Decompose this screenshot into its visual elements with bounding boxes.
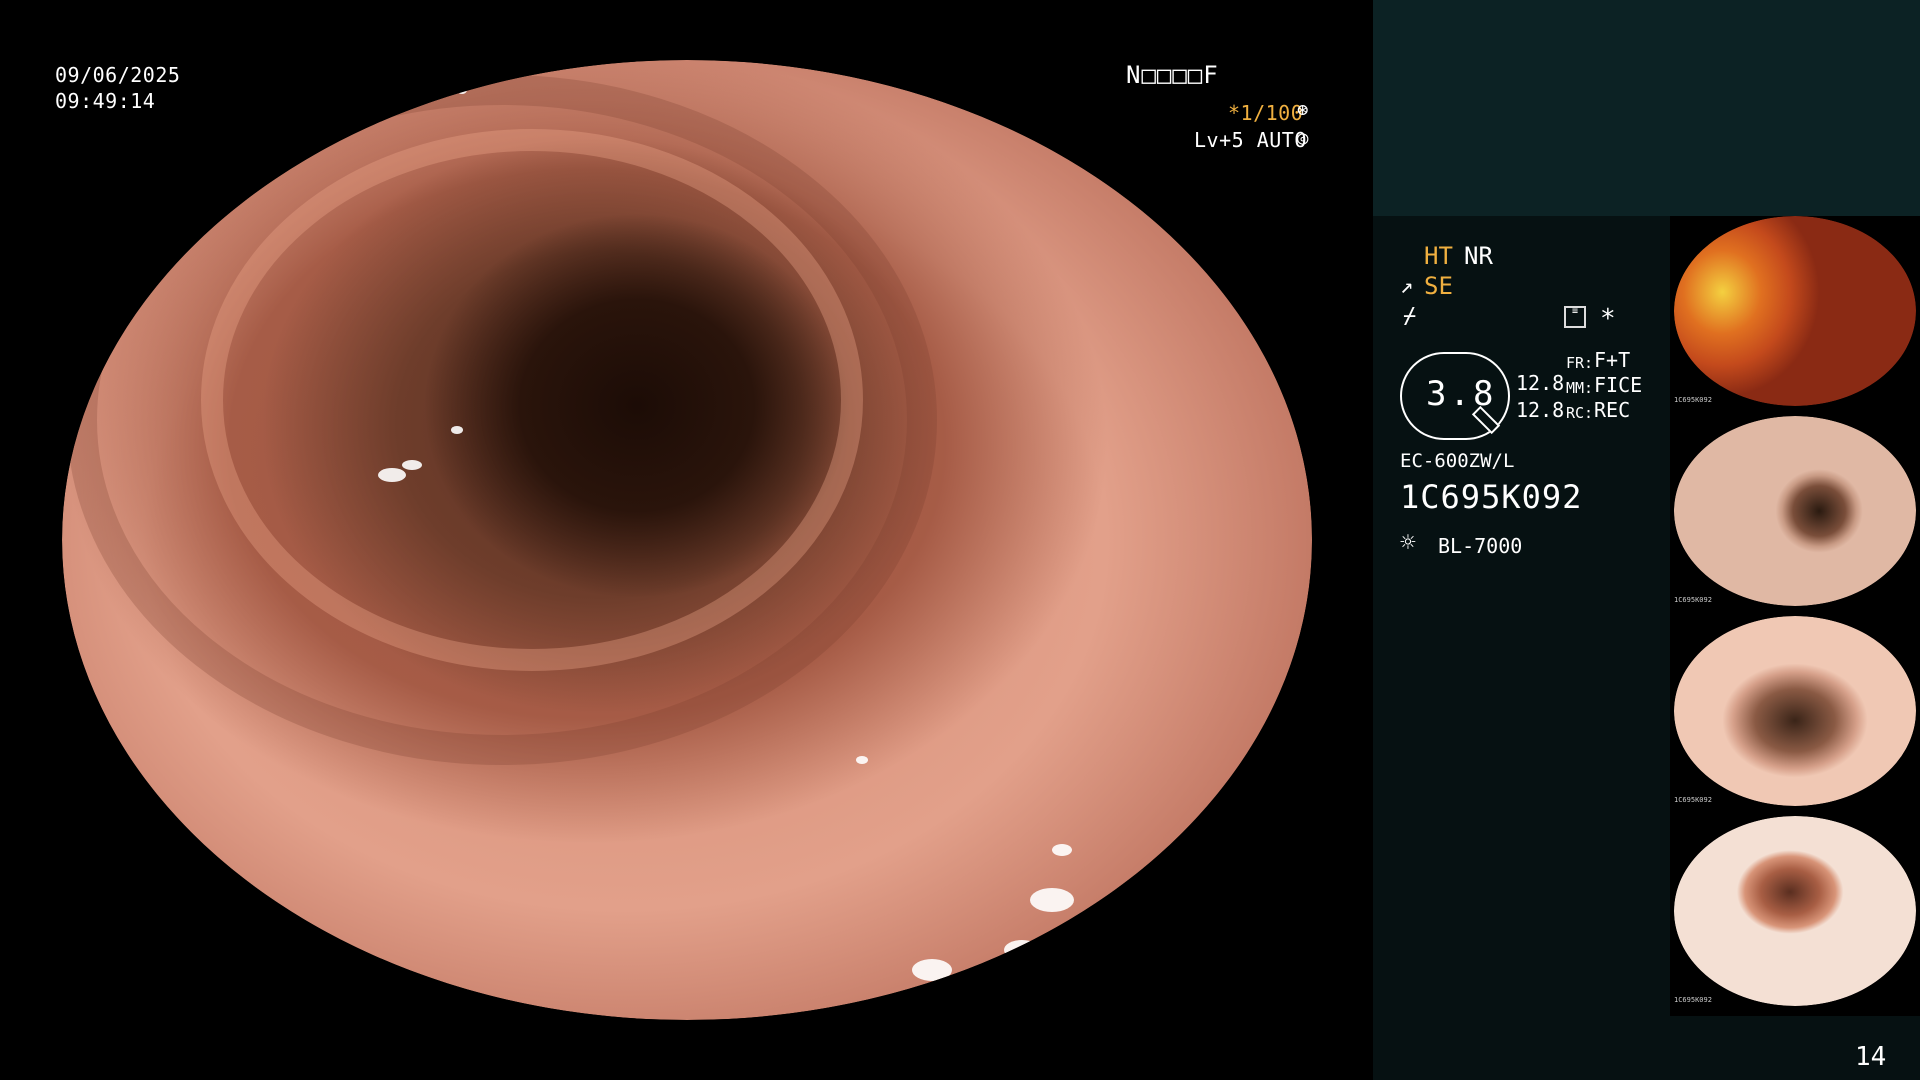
- thumbnail-frame: [1674, 416, 1916, 606]
- shutter-speed: *1/100: [1228, 101, 1304, 125]
- exam-time: 09:49:14: [55, 89, 156, 113]
- fr-value: F+T: [1594, 348, 1631, 372]
- brightness-level: Lv+5 AUTO: [1194, 128, 1307, 152]
- endoscopic-image: [62, 60, 1312, 1020]
- setting-value-2: 12.8: [1516, 398, 1565, 422]
- structure-enhance-icon: ↗: [1400, 274, 1414, 299]
- thumbnail-frame: [1674, 816, 1916, 1006]
- light-source-model: BL-7000: [1438, 534, 1523, 558]
- ht-indicator: HT: [1424, 242, 1453, 270]
- info-panel-header: [1373, 0, 1920, 216]
- nr-indicator: NR: [1464, 242, 1493, 270]
- thumbnail-4[interactable]: 1C695K092: [1670, 816, 1920, 1016]
- thumbnail-1[interactable]: 1C695K092: [1670, 216, 1920, 416]
- setting-value-1: 12.8: [1516, 371, 1565, 395]
- lens-settings-icon: ≡: [1564, 306, 1586, 328]
- thumbnail-caption: 1C695K092: [1674, 396, 1712, 404]
- mm-label: MM:: [1566, 379, 1594, 397]
- thumbnail-frame: [1674, 216, 1916, 406]
- iris-icon: ◎: [1297, 127, 1309, 149]
- thumbnail-caption: 1C695K092: [1674, 596, 1712, 604]
- thumbnail-caption: 1C695K092: [1674, 796, 1712, 804]
- rc-value: REC: [1594, 398, 1631, 422]
- endoscope-main-view: 09/06/2025 09:49:14 N□□□□F *1/100 ⊛ Lv+5…: [0, 0, 1373, 1080]
- zoom-value: 3.8: [1426, 374, 1497, 414]
- patient-code: N□□□□F: [1126, 61, 1219, 89]
- scope-serial: 1C695K092: [1400, 478, 1583, 516]
- shutter-icon: ⊛: [1297, 99, 1309, 121]
- thumbnail-2[interactable]: 1C695K092: [1670, 416, 1920, 616]
- rc-label: RC:: [1566, 404, 1594, 422]
- scope-model: EC-600ZW/L: [1400, 450, 1515, 472]
- se-indicator: SE: [1424, 272, 1453, 300]
- thumbnail-caption: 1C695K092: [1674, 996, 1712, 1004]
- page-number: 14: [1855, 1042, 1887, 1072]
- mucosa-highlights: [67, 75, 1192, 981]
- light-source-icon: ☼: [1400, 528, 1416, 558]
- thumbnail-frame: [1674, 616, 1916, 806]
- fr-label: FR:: [1566, 354, 1594, 372]
- filter-icon: ⌿: [1403, 304, 1417, 329]
- thumbnail-3[interactable]: 1C695K092: [1670, 616, 1920, 816]
- exam-date: 09/06/2025: [55, 63, 181, 87]
- mm-value: FICE: [1594, 373, 1643, 397]
- star-icon: *: [1600, 304, 1616, 334]
